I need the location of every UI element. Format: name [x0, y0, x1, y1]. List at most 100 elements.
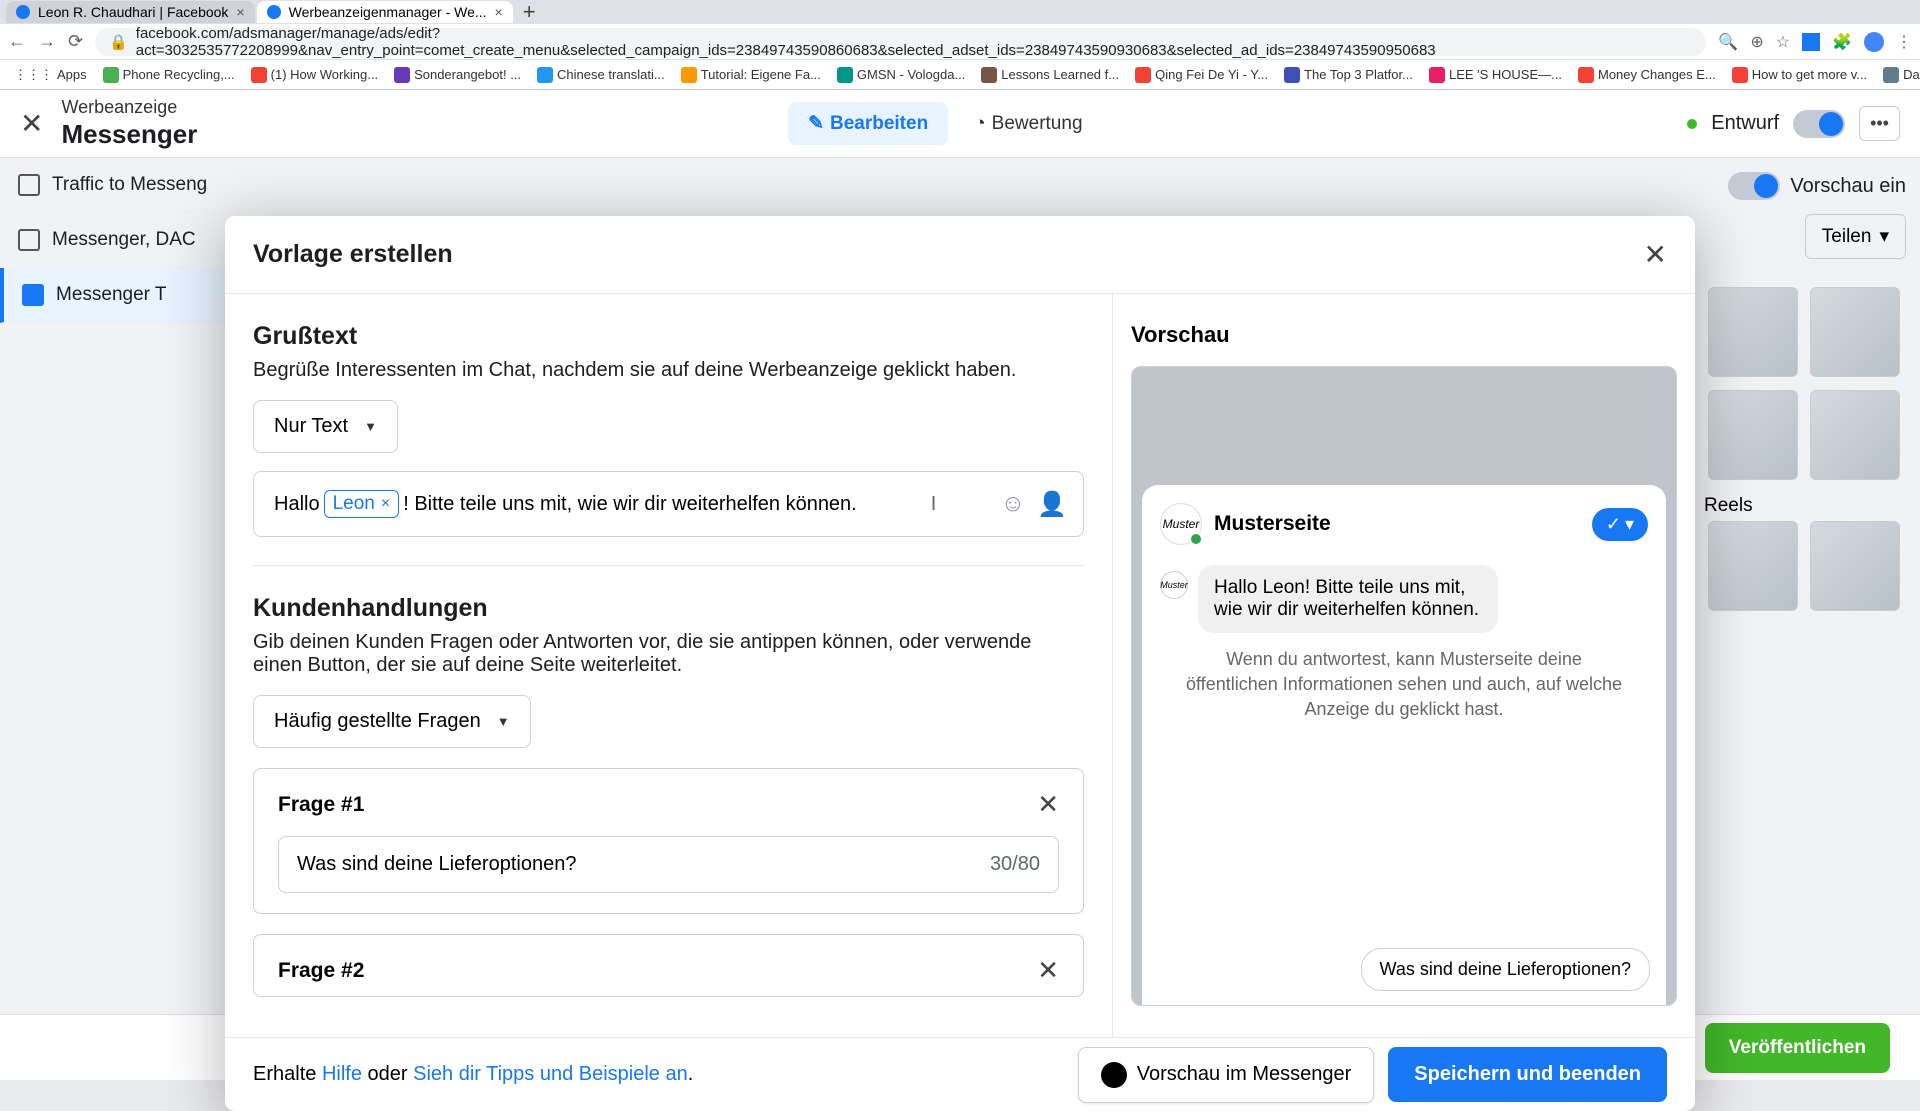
bookmark-item[interactable]: Sonderangebot! ... [388, 65, 527, 85]
char-count: 30/80 [990, 853, 1040, 876]
preview-btn-label: Vorschau im Messenger [1137, 1063, 1352, 1086]
facebook-icon [267, 5, 281, 19]
ads-header: ✕ Werbeanzeige Messenger ✎ Bearbeiten ◔ … [0, 90, 1920, 158]
tab-title: Leon R. Chaudhari | Facebook [38, 4, 228, 20]
bookmark-item[interactable]: Datenschutz – Re... [1877, 65, 1920, 85]
ad-icon [22, 284, 44, 306]
greeting-input[interactable]: Hallo Leon × ! Bitte teile uns mit, wie … [253, 471, 1084, 537]
question-text: Was sind deine Lieferoptionen? [297, 853, 576, 876]
question-card-2: Frage #2 ✕ [253, 934, 1084, 997]
greeting-text: ! Bitte teile uns mit, wie wir dir weite… [403, 493, 857, 516]
dropdown-value: Nur Text [274, 415, 348, 438]
zoom-icon[interactable]: 🔍 [1718, 32, 1738, 52]
new-tab-button[interactable]: + [515, 0, 544, 25]
preview-title: Vorschau [1131, 322, 1677, 348]
online-indicator [1189, 532, 1203, 546]
template-modal: Vorlage erstellen ✕ Grußtext Begrüße Int… [225, 216, 1695, 1111]
edit-button[interactable]: ✎ Bearbeiten [788, 102, 948, 145]
close-icon[interactable]: × [381, 495, 390, 513]
preview-thumb[interactable] [1708, 390, 1798, 480]
bookmark-item[interactable]: GMSN - Vologda... [831, 65, 971, 85]
suggested-reply[interactable]: Was sind deine Lieferoptionen? [1361, 948, 1651, 991]
preview-thumb[interactable] [1708, 521, 1798, 611]
greeting-title: Grußtext [253, 322, 1084, 351]
forward-icon[interactable]: → [38, 31, 56, 52]
lock-icon: 🔒 [109, 33, 128, 51]
page-name: Musterseite [1214, 512, 1331, 536]
actions-type-dropdown[interactable]: Häufig gestellte Fragen ▼ [253, 695, 531, 748]
question-input[interactable]: Was sind deine Lieferoptionen? 30/80 [278, 836, 1059, 893]
browser-tab-1[interactable]: Werbeanzeigenmanager - We... × [257, 1, 513, 23]
share-button[interactable]: Teilen▾ [1805, 214, 1906, 259]
modal-title: Vorlage erstellen [253, 240, 453, 269]
preview-thumb[interactable] [1810, 390, 1900, 480]
bookmark-item[interactable]: The Top 3 Platfor... [1278, 65, 1419, 85]
url-text: facebook.com/adsmanager/manage/ads/edit?… [136, 25, 1693, 59]
profile-icon[interactable] [1864, 32, 1884, 52]
close-icon[interactable]: ✕ [20, 107, 43, 140]
page-avatar: Muster [1160, 503, 1202, 545]
facebook-ext-icon[interactable] [1802, 33, 1820, 51]
bookmark-item[interactable]: Chinese translati... [531, 65, 671, 85]
greeting-type-dropdown[interactable]: Nur Text ▼ [253, 400, 398, 453]
help-link[interactable]: Hilfe [322, 1063, 362, 1085]
review-button[interactable]: ◔ Bewertung [960, 103, 1096, 145]
preview-thumb[interactable] [1810, 521, 1900, 611]
edit-label: Bearbeiten [830, 113, 928, 135]
confirm-badge[interactable]: ✓ ▾ [1592, 508, 1648, 541]
bookmark-item[interactable]: Qing Fei De Yi - Y... [1129, 65, 1274, 85]
preview-thumb[interactable] [1810, 287, 1900, 377]
sidebar-label: Traffic to Messeng [52, 174, 207, 196]
footer-text: Erhalte [253, 1063, 322, 1085]
save-button[interactable]: Speichern und beenden [1388, 1047, 1667, 1102]
menu-icon[interactable]: ⋮ [1896, 32, 1912, 52]
person-icon[interactable]: 👤 [1037, 490, 1067, 519]
translate-icon[interactable]: ⊕ [1750, 32, 1763, 52]
name-variable-chip[interactable]: Leon × [324, 490, 400, 518]
status-label: Entwurf [1711, 112, 1779, 135]
tips-link[interactable]: Sieh dir Tipps und Beispiele an [413, 1063, 688, 1085]
privacy-note: Wenn du antwortest, kann Musterseite dei… [1160, 647, 1648, 723]
reload-icon[interactable]: ⟳ [68, 31, 83, 52]
more-menu-button[interactable]: ••• [1859, 106, 1900, 141]
puzzle-icon[interactable]: 🧩 [1832, 32, 1852, 52]
status-toggle[interactable] [1793, 110, 1845, 138]
back-icon[interactable]: ← [8, 31, 26, 52]
bookmark-item[interactable]: Tutorial: Eigene Fa... [675, 65, 827, 85]
close-icon[interactable]: × [495, 4, 503, 20]
close-icon[interactable]: ✕ [1037, 789, 1059, 820]
bookmarks-bar: ⋮⋮⋮Apps Phone Recycling,... (1) How Work… [0, 60, 1920, 90]
browser-tabs-bar: Leon R. Chaudhari | Facebook × Werbeanze… [0, 0, 1920, 24]
question-label: Frage #1 [278, 793, 364, 817]
footer-text: oder [362, 1063, 413, 1085]
bookmark-item[interactable]: How to get more v... [1726, 65, 1873, 85]
chevron-down-icon: ▼ [497, 714, 510, 729]
bookmark-item[interactable]: Money Changes E... [1572, 65, 1722, 85]
bookmark-item[interactable]: Lessons Learned f... [975, 65, 1125, 85]
star-icon[interactable]: ☆ [1776, 32, 1790, 52]
preview-thumb[interactable] [1708, 287, 1798, 377]
review-label: Bewertung [992, 113, 1083, 135]
close-icon[interactable]: × [236, 4, 244, 20]
sidebar-item-campaign[interactable]: Traffic to Messeng [0, 158, 240, 213]
browser-tab-0[interactable]: Leon R. Chaudhari | Facebook × [6, 1, 255, 23]
preview-messenger-button[interactable]: Vorschau im Messenger [1078, 1047, 1375, 1103]
sidebar-item-adset[interactable]: Messenger, DAC [0, 213, 240, 268]
emoji-icon[interactable]: ☺ [1001, 490, 1026, 519]
bookmark-item[interactable]: (1) How Working... [245, 65, 384, 85]
campaign-sidebar: Traffic to Messeng Messenger, DAC Messen… [0, 158, 240, 323]
preview-toggle[interactable] [1728, 172, 1780, 200]
reels-heading: Reels [1704, 489, 1906, 517]
url-field[interactable]: 🔒 facebook.com/adsmanager/manage/ads/edi… [95, 28, 1706, 56]
bookmark-item[interactable]: LEE 'S HOUSE—... [1423, 65, 1568, 85]
close-icon[interactable]: ✕ [1644, 238, 1667, 271]
publish-button[interactable]: Veröffentlichen [1705, 1023, 1890, 1073]
facebook-icon [16, 5, 30, 19]
apps-button[interactable]: ⋮⋮⋮Apps [8, 65, 93, 85]
sidebar-label: Messenger T [56, 284, 167, 306]
modal-preview-pane: Vorschau Muster Musterseite ✓ ▾ [1113, 294, 1695, 1037]
dropdown-value: Häufig gestellte Fragen [274, 710, 481, 733]
close-icon[interactable]: ✕ [1037, 955, 1059, 986]
sidebar-item-ad[interactable]: Messenger T [0, 268, 240, 323]
bookmark-item[interactable]: Phone Recycling,... [97, 65, 241, 85]
